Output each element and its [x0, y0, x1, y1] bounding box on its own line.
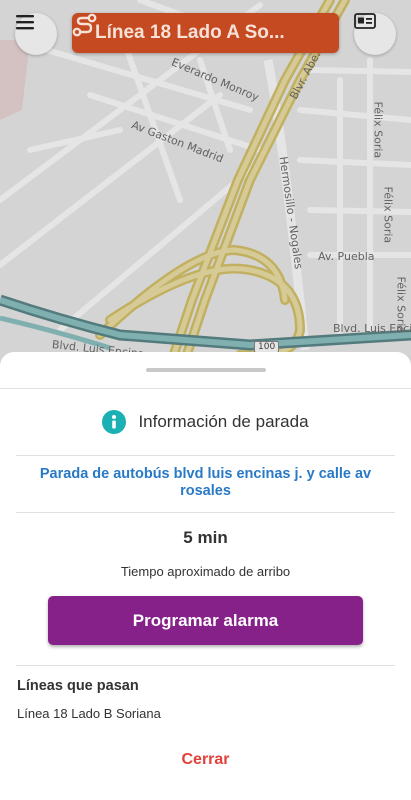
street-label-puebla: Av. Puebla [318, 250, 375, 263]
sheet-title: Información de parada [138, 412, 309, 431]
map-canvas [0, 0, 411, 365]
stop-info-sheet: Información de parada Parada de autobús … [0, 352, 411, 800]
street-label-encinas-right: Blvd. Luis Enci [333, 322, 411, 335]
divider [16, 455, 395, 456]
map-view[interactable]: Everardo Monroy Av Gaston Madrid Blvr. A… [0, 0, 411, 372]
eta-label: Tiempo aproximado de arribo [120, 564, 291, 579]
info-icon [102, 410, 127, 434]
list-item: Línea 18 Lado B Soriana [17, 706, 161, 721]
divider [16, 512, 395, 513]
id-card-icon [354, 13, 376, 29]
menu-button[interactable] [15, 13, 57, 55]
sheet-drag-handle[interactable] [146, 368, 266, 372]
menu-icon [16, 15, 34, 30]
route-icon [72, 13, 97, 37]
divider [0, 388, 411, 389]
route-selector-button[interactable]: Línea 18 Lado A So... [72, 13, 339, 53]
street-label-felix-2: Félix Soria [381, 186, 395, 244]
lines-title: Líneas que pasan [17, 678, 139, 694]
schedule-alarm-button[interactable]: Programar alarma [48, 596, 363, 645]
divider [16, 665, 395, 666]
eta-value: 5 min [183, 528, 228, 547]
id-card-button[interactable] [354, 13, 396, 55]
route-label: Línea 18 Lado A So... [95, 22, 285, 43]
close-button[interactable]: Cerrar [0, 751, 411, 769]
stop-name: Parada de autobús blvd luis encinas j. y… [39, 466, 372, 499]
sheet-header: Información de parada [0, 408, 411, 436]
street-label-felix-1: Félix Soria [371, 101, 385, 159]
